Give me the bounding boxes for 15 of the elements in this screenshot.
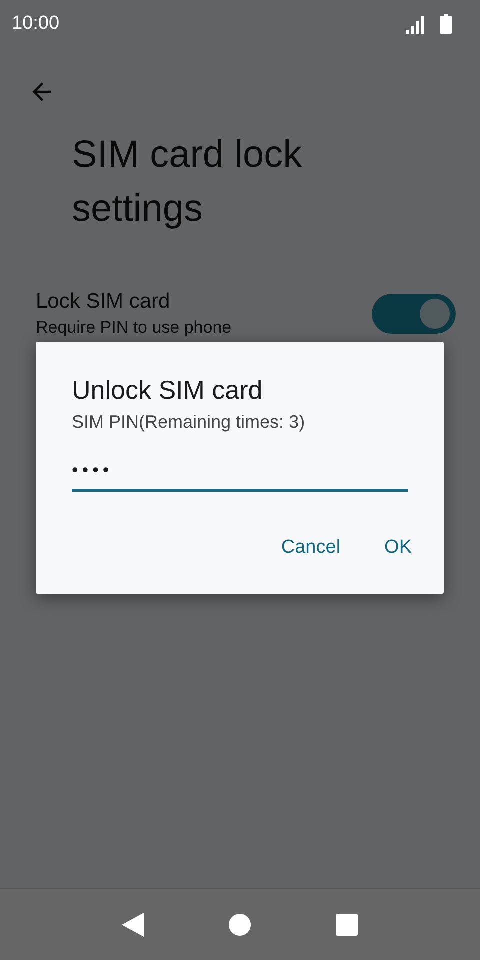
dialog-button[interactable]: OK — [368, 526, 428, 570]
dialog-message: SIM PIN(Remaining times: 3) — [72, 411, 306, 434]
recents-nav-icon[interactable] — [336, 914, 358, 936]
dialog-button[interactable]: Cancel — [265, 526, 357, 570]
pin-input-field[interactable]: •••• — [72, 452, 408, 492]
page-title: SIM card lock settings — [71, 133, 304, 232]
battery-icon — [440, 14, 452, 34]
dialog-title: Unlock SIM card — [72, 374, 264, 407]
setting-label: Lock SIM card — [36, 289, 172, 315]
toggle-thumb — [420, 299, 450, 329]
toggle-switch[interactable] — [372, 294, 456, 334]
setting-summary: Require PIN to use phone — [36, 317, 232, 339]
status-time: 10:00 — [12, 12, 60, 36]
home-nav-icon[interactable] — [228, 914, 251, 936]
back-nav-icon[interactable] — [122, 912, 144, 936]
